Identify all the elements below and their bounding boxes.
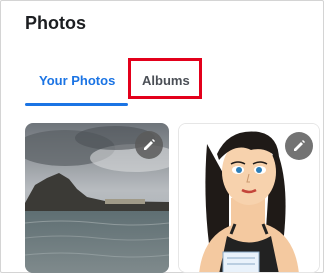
pencil-icon [294,140,305,151]
photo-tile[interactable] [25,123,169,273]
page-title: Photos [25,13,86,33]
pencil-icon [144,139,155,150]
photo-tile[interactable] [178,123,320,273]
photos-panel: Photos Your Photos Albums [0,0,324,273]
edit-photo-button[interactable] [285,132,313,160]
annotation-highlight [128,58,202,99]
active-tab-indicator [25,103,128,106]
tab-your-photos[interactable]: Your Photos [39,73,115,88]
edit-photo-button[interactable] [135,131,163,159]
